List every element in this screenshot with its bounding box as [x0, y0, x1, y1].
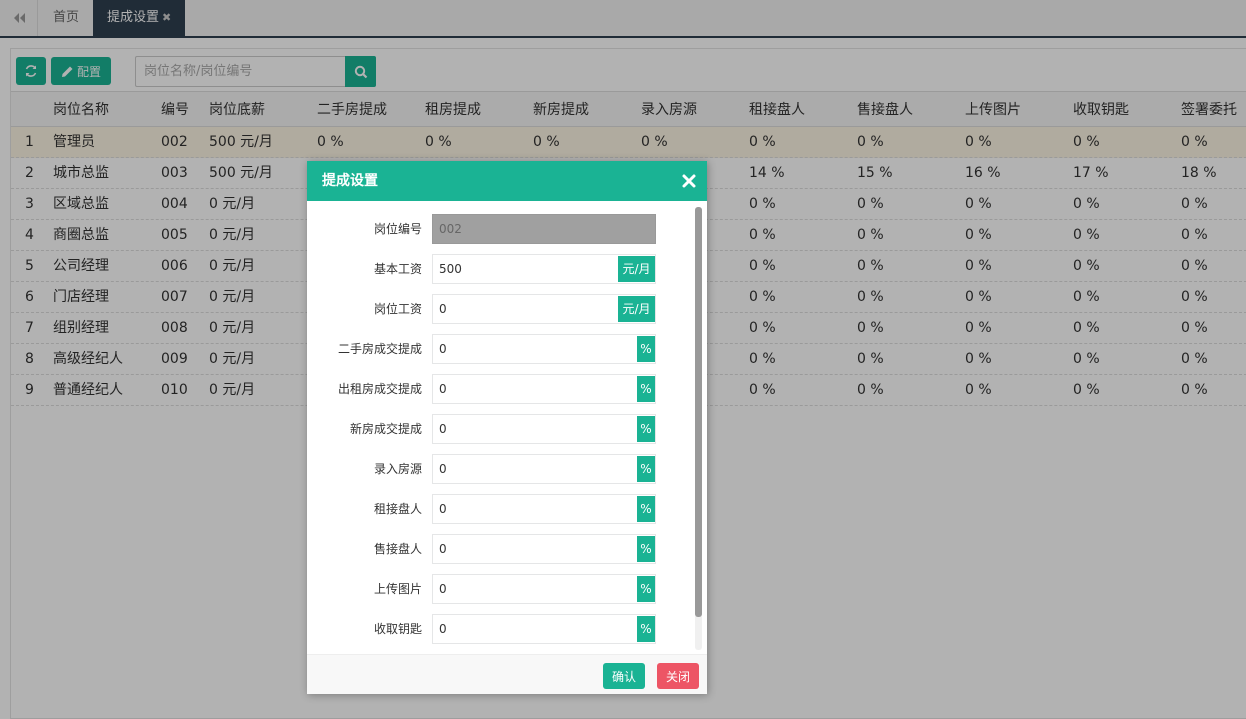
- collect-key-label: 收取钥匙: [373, 622, 422, 636]
- sale-taker-input[interactable]: [432, 534, 656, 564]
- form-row-position-salary: 岗位工资 元/月: [307, 294, 697, 324]
- commission-settings-dialog: 提成设置 岗位编号基本工资元/月岗位工资元/月二手房成交提成%出租房成交提成%新…: [307, 161, 707, 694]
- close-button[interactable]: 关闭: [657, 663, 699, 689]
- rent-taker-label: 租接盘人: [373, 502, 422, 516]
- dialog-footer: 确认 关闭: [307, 654, 707, 694]
- confirm-button-label: 确认: [611, 669, 636, 684]
- sale-taker-label: 售接盘人: [373, 542, 422, 556]
- upload-photo-label: 上传图片: [373, 582, 422, 596]
- dialog-body: 岗位编号基本工资元/月岗位工资元/月二手房成交提成%出租房成交提成%新房成交提成…: [307, 201, 707, 654]
- position-salary-unit: 元/月: [618, 296, 655, 322]
- listing-unit: %: [637, 456, 655, 482]
- new-house-commission-label: 新房成交提成: [349, 422, 422, 436]
- upload-photo-unit: %: [637, 576, 655, 602]
- position-code-input: [432, 214, 656, 244]
- rental-commission-input[interactable]: [432, 374, 656, 404]
- sale-taker-unit: %: [637, 536, 655, 562]
- rent-taker-unit: %: [637, 496, 655, 522]
- base-salary-label: 基本工资: [373, 262, 422, 276]
- collect-key-unit: %: [637, 616, 655, 642]
- dialog-title: 提成设置: [322, 173, 378, 189]
- second-hand-commission-unit: %: [637, 336, 655, 362]
- position-salary-label: 岗位工资: [373, 302, 422, 316]
- rental-commission-unit: %: [637, 376, 655, 402]
- second-hand-commission-label: 二手房成交提成: [337, 342, 422, 356]
- form-row-collect-key: 收取钥匙%: [307, 614, 697, 644]
- rent-taker-input[interactable]: [432, 494, 656, 524]
- second-hand-commission-input[interactable]: [432, 334, 656, 364]
- close-button-label: 关闭: [665, 669, 690, 684]
- close-icon[interactable]: [681, 173, 697, 189]
- base-salary-unit: 元/月: [618, 256, 655, 282]
- new-house-commission-input[interactable]: [432, 414, 656, 444]
- position-code-label: 岗位编号: [373, 222, 422, 236]
- rental-commission-label: 出租房成交提成: [337, 382, 422, 396]
- form-row-sale-taker: 售接盘人%: [307, 534, 697, 564]
- form-row-rent-taker: 租接盘人%: [307, 494, 697, 524]
- listing-input[interactable]: [432, 454, 656, 484]
- form-row-second-hand-commission: 二手房成交提成%: [307, 334, 697, 364]
- form-row-listing: 录入房源%: [307, 454, 697, 484]
- new-house-commission-unit: %: [637, 416, 655, 442]
- form-row-position-code: 岗位编号: [307, 214, 697, 244]
- form-row-new-house-commission: 新房成交提成%: [307, 414, 697, 444]
- upload-photo-input[interactable]: [432, 574, 656, 604]
- dialog-header: 提成设置: [307, 161, 707, 201]
- confirm-button[interactable]: 确认: [603, 663, 645, 689]
- collect-key-input[interactable]: [432, 614, 656, 644]
- listing-label: 录入房源: [373, 462, 422, 476]
- form-row-base-salary: 基本工资 元/月: [307, 254, 697, 284]
- form-row-upload-photo: 上传图片%: [307, 574, 697, 604]
- form-row-rental-commission: 出租房成交提成%: [307, 374, 697, 404]
